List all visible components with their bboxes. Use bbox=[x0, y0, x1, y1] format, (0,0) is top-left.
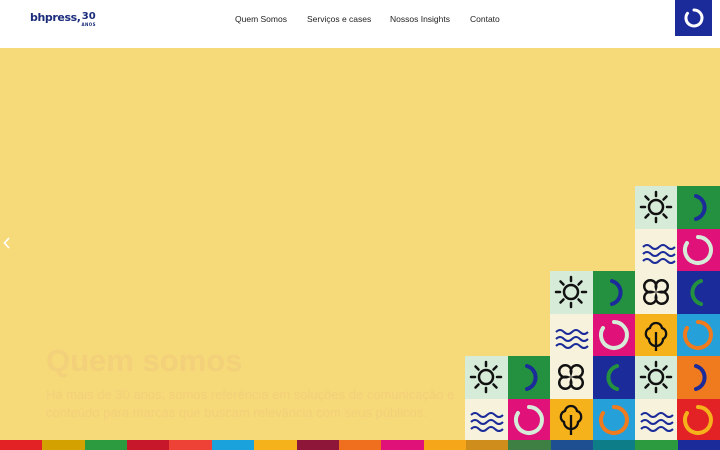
waves-icon bbox=[635, 399, 678, 442]
color-stripe bbox=[381, 440, 424, 450]
hero-subtitle: Há mais de 30 anos, somos referência em … bbox=[46, 387, 455, 420]
color-stripe bbox=[169, 440, 212, 450]
ring-icon bbox=[677, 314, 720, 357]
carousel-prev-button[interactable] bbox=[3, 236, 11, 252]
ring-icon bbox=[593, 399, 636, 442]
tree-icon bbox=[550, 399, 593, 442]
nav-link-nossos-insights[interactable]: Nossos Insights bbox=[390, 14, 450, 24]
clover-icon bbox=[550, 356, 593, 399]
nav-link-quem-somos[interactable]: Quem Somos bbox=[235, 14, 287, 24]
color-stripe bbox=[211, 440, 255, 450]
chevron-left-icon bbox=[3, 237, 10, 249]
ring-icon bbox=[593, 314, 636, 357]
crescent-icon bbox=[508, 356, 551, 399]
hero-title: Quem somos bbox=[46, 343, 243, 378]
color-stripe bbox=[296, 440, 339, 450]
crescent-icon bbox=[593, 271, 636, 314]
crescent-icon bbox=[677, 186, 720, 229]
ring-icon bbox=[508, 399, 551, 442]
waves-icon bbox=[635, 229, 678, 272]
tree-icon bbox=[635, 314, 678, 357]
main-nav: Quem Somos Serviços e cases Nossos Insig… bbox=[0, 14, 720, 28]
nav-link-servicos-e-cases[interactable]: Serviços e cases bbox=[307, 14, 371, 24]
color-stripe bbox=[635, 440, 678, 450]
color-stripe bbox=[593, 440, 636, 450]
color-stripe bbox=[338, 440, 382, 450]
crescent-icon bbox=[677, 356, 720, 399]
ring-icon bbox=[677, 229, 720, 272]
waves-icon bbox=[465, 399, 508, 442]
sun-icon bbox=[465, 356, 508, 399]
clover-icon bbox=[635, 271, 678, 314]
color-stripe bbox=[550, 440, 594, 450]
color-stripe bbox=[423, 440, 466, 450]
color-stripe bbox=[677, 440, 720, 450]
color-stripe-band bbox=[0, 440, 720, 450]
ring-icon bbox=[677, 399, 720, 442]
crescent-icon bbox=[677, 271, 720, 314]
sun-icon bbox=[550, 271, 593, 314]
sun-icon bbox=[635, 186, 678, 229]
sun-icon bbox=[635, 356, 678, 399]
color-stripe bbox=[0, 440, 43, 450]
decorative-tile-mosaic bbox=[0, 0, 720, 450]
ring-icon bbox=[683, 8, 703, 28]
nav-link-contato[interactable]: Contato bbox=[470, 14, 500, 24]
color-stripe bbox=[127, 440, 170, 450]
crescent-icon bbox=[593, 356, 636, 399]
color-stripe bbox=[465, 440, 509, 450]
menu-toggle-button[interactable] bbox=[675, 0, 712, 36]
color-stripe bbox=[254, 440, 297, 450]
waves-icon bbox=[550, 314, 593, 357]
site-header: bhpress, 30 ANOS Quem Somos Serviços e c… bbox=[0, 0, 720, 48]
color-stripe bbox=[84, 440, 128, 450]
color-stripe bbox=[42, 440, 85, 450]
color-stripe bbox=[508, 440, 551, 450]
